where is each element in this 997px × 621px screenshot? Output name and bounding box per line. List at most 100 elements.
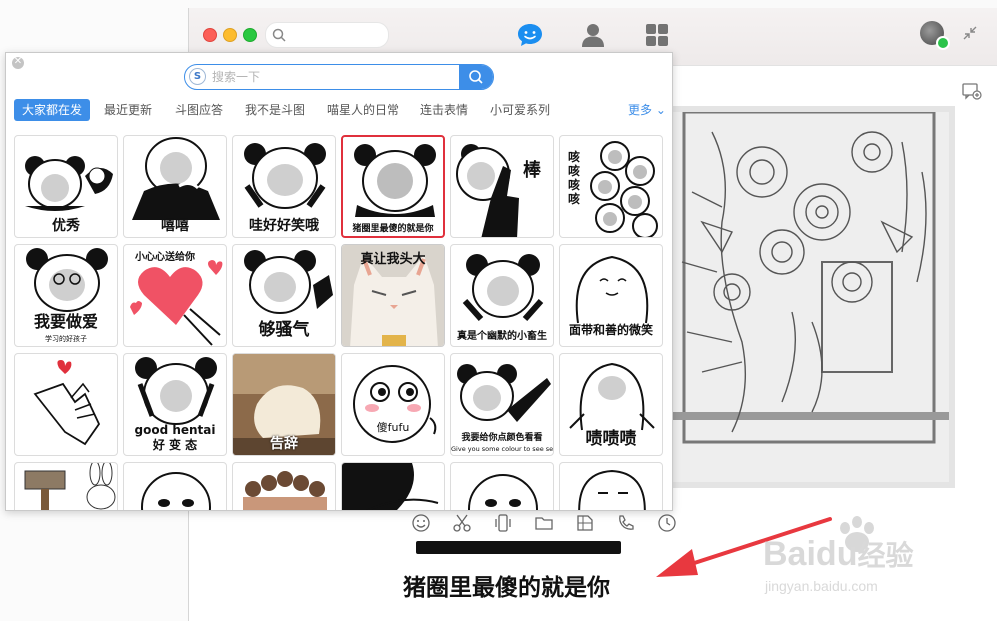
sticker-item[interactable]: good hentai 好 变 态 (123, 353, 227, 456)
apps-grid-icon[interactable] (642, 20, 672, 50)
sticker-item[interactable] (14, 462, 118, 510)
sticker-item[interactable]: 咳咳咳咳 (559, 135, 663, 238)
panda-face-image (132, 137, 220, 220)
sticker-item[interactable]: 够骚气 (232, 244, 336, 347)
sticker-item[interactable] (14, 353, 118, 456)
hammer-rabbit-image (24, 463, 116, 510)
scissors-icon[interactable] (452, 513, 472, 533)
desktop-top-strip (190, 0, 997, 8)
blob-face-image (578, 469, 646, 510)
tab-recent[interactable]: 最近更新 (104, 99, 152, 121)
watermark-url: jingyan.baidu.com (765, 578, 878, 594)
sticker-item[interactable] (559, 462, 663, 510)
sent-sticker-image-edge (416, 541, 621, 554)
tab-more[interactable]: 更多 ⌄ (628, 99, 666, 121)
black-leaf-image (342, 463, 439, 510)
sticker-subcaption: 好 变 态 (152, 438, 198, 452)
online-status-dot (936, 36, 950, 50)
sticker-item[interactable]: 优秀 (14, 135, 118, 238)
add-chat-icon[interactable] (962, 83, 982, 101)
sticker-caption: 咳咳咳咳 (567, 150, 580, 206)
phone-shake-icon[interactable] (493, 513, 513, 533)
blob-face-image (569, 362, 655, 431)
sticker-panel: ✕ S 搜索一下 大家都在发 最近更新 斗图应答 我不是斗图 喵星人的日常 连击… (5, 52, 673, 511)
main-search-field[interactable] (265, 22, 389, 48)
tab-cat-daily[interactable]: 喵星人的日常 (327, 99, 399, 121)
close-window-button[interactable] (203, 28, 217, 42)
sticker-search-button[interactable] (459, 65, 493, 89)
sogou-logo-icon: S (189, 68, 206, 85)
zoom-window-button[interactable] (243, 28, 257, 42)
sticker-item[interactable] (341, 462, 445, 510)
screenshot-icon[interactable] (575, 513, 595, 533)
sticker-caption: 优秀 (52, 218, 80, 234)
sticker-caption: 猪圈里最傻的就是你 (352, 224, 434, 234)
sticker-caption: 小心心送给你 (135, 252, 195, 263)
sticker-item[interactable]: 面带和善的微笑 (559, 244, 663, 347)
sticker-item[interactable]: 哇好好笑哦 (232, 135, 336, 238)
round-face-image (141, 472, 211, 510)
tab-cute-series[interactable]: 小可爱系列 (490, 99, 550, 121)
sticker-item-selected[interactable]: 猪圈里最傻的就是你 (341, 135, 445, 238)
sticker-item[interactable] (232, 462, 336, 510)
sticker-caption: 告辞 (270, 436, 298, 452)
sticker-caption: 嘻嘻 (161, 218, 189, 234)
shrink-window-icon[interactable] (962, 25, 978, 41)
sticker-item[interactable]: 我要给你点颜色看看 Give you some colour to see se… (450, 353, 554, 456)
panda-face-image (462, 254, 544, 321)
sticker-item[interactable] (123, 462, 227, 510)
sticker-item[interactable]: 真是个幽默的小畜生 (450, 244, 554, 347)
round-face-image (468, 474, 538, 510)
sticker-item[interactable]: 啧啧啧 (559, 353, 663, 456)
panda-face-image (25, 156, 113, 211)
finger-heart-image (33, 360, 101, 446)
panda-pointing-image (457, 364, 551, 422)
tab-not-battle[interactable]: 我不是斗图 (245, 99, 305, 121)
panda-face-image (354, 144, 436, 217)
chat-toolbar (409, 510, 689, 536)
sticker-caption: 棒 (523, 160, 541, 181)
sticker-search-field[interactable]: S 搜索一下 (184, 64, 494, 90)
sticker-caption: 我要做爱 (33, 312, 98, 331)
round-face-image (353, 365, 437, 443)
sticker-item[interactable]: 告辞 (232, 353, 336, 456)
sticker-item[interactable]: 我要做爱 学习的好孩子 (14, 244, 118, 347)
watermark-brand: Bai (763, 535, 816, 573)
sticker-caption: 傻fufu (376, 421, 410, 434)
folder-icon[interactable] (534, 513, 554, 533)
chevron-down-icon: ⌄ (655, 103, 666, 117)
sticker-caption: 哇好好笑哦 (249, 218, 319, 234)
baidu-jingyan-watermark: Baidu经验 jingyan.baidu.com (753, 512, 953, 612)
tab-combo[interactable]: 连击表情 (420, 99, 468, 121)
search-icon (272, 28, 286, 42)
sticker-subcaption: 学习的好孩子 (45, 335, 87, 343)
panda-face-image (244, 143, 326, 209)
tab-popular[interactable]: 大家都在发 (14, 99, 91, 121)
sticker-item[interactable]: 真让我头大 (341, 244, 445, 347)
sticker-item[interactable]: 嘻嘻 (123, 135, 227, 238)
sticker-item[interactable]: 傻fufu (341, 353, 445, 456)
panda-face-image (135, 357, 217, 425)
panda-face-image (244, 250, 333, 314)
sticker-caption: 面带和善的微笑 (568, 323, 653, 337)
sticker-caption: good hentai (134, 423, 216, 437)
close-icon: ✕ (13, 56, 23, 67)
sticker-caption: 我要给你点颜色看看 (461, 433, 543, 443)
panel-close-button[interactable]: ✕ (12, 56, 24, 69)
sticker-subcaption: Give you some colour to see see (451, 445, 554, 453)
call-icon[interactable] (616, 513, 636, 533)
watermark-cn: 经验 (857, 540, 914, 571)
chat-bubble-icon[interactable] (515, 20, 545, 50)
sticker-item[interactable] (450, 462, 554, 510)
emoji-icon[interactable] (411, 513, 431, 533)
crowd-photo-image (243, 471, 327, 510)
contacts-icon[interactable] (578, 20, 608, 50)
sent-sticker-message[interactable]: 猪圈里最傻的就是你 (399, 538, 637, 621)
tab-reply[interactable]: 斗图应答 (175, 99, 223, 121)
more-label: 更多 (628, 103, 653, 117)
sticker-item[interactable]: 小心心送给你 (123, 244, 227, 347)
sketch-background-image (666, 106, 955, 488)
sticker-item[interactable]: 棒 (450, 135, 554, 238)
minimize-window-button[interactable] (223, 28, 237, 42)
panda-thumbs-up-image (456, 144, 519, 237)
